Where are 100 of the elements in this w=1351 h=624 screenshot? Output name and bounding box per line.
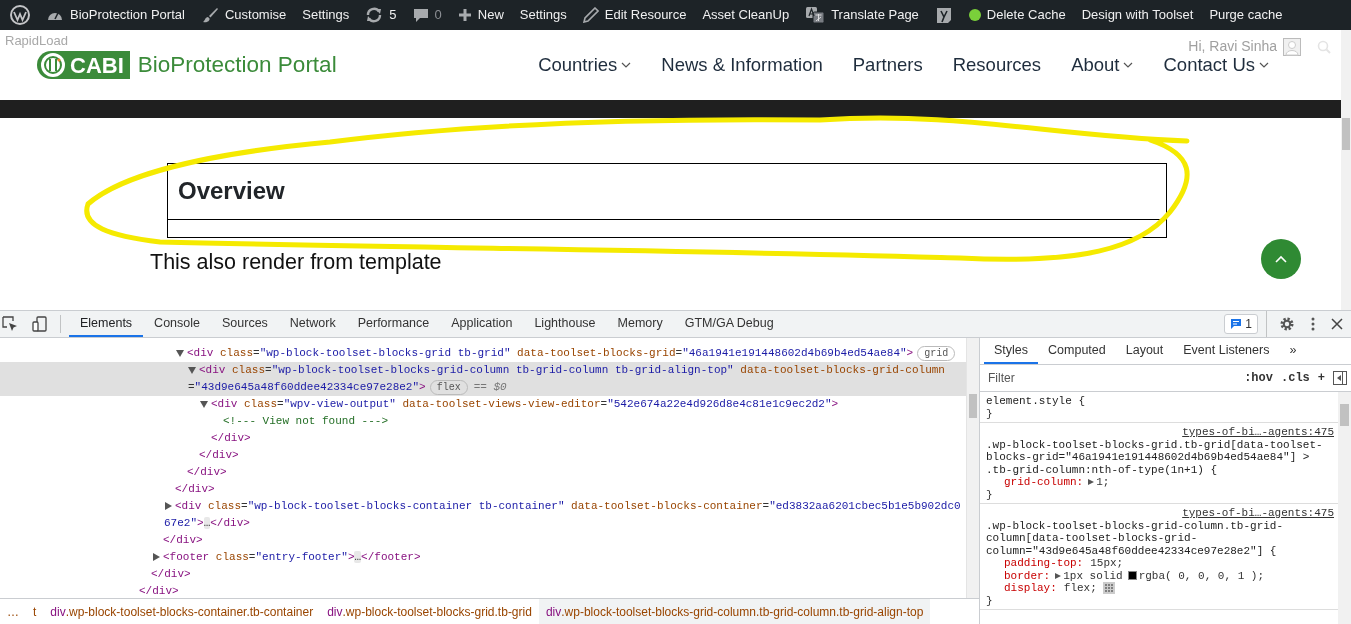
admin-bar-link[interactable]: Customise <box>192 0 295 30</box>
admin-bar-link[interactable]: Settings <box>294 0 358 30</box>
property-value: 15px; <box>1090 557 1124 570</box>
closing-tag[interactable]: </div> <box>0 583 966 598</box>
more-tabs-button[interactable]: » <box>1279 338 1307 364</box>
closing-tag[interactable]: </div> <box>0 566 966 583</box>
property-name: grid-column: <box>1004 476 1084 489</box>
devtools-tab[interactable]: GTM/GA Debug <box>673 311 785 337</box>
admin-bar-link[interactable]: Purge cache <box>1201 0 1291 30</box>
triangle-right-icon[interactable] <box>164 502 172 511</box>
nav-link[interactable]: News & Information <box>661 51 823 79</box>
devtools-tab[interactable]: Memory <box>606 311 674 337</box>
avatar-icon <box>1283 37 1301 56</box>
devtools-tab[interactable]: Console <box>143 311 211 337</box>
element-node[interactable]: <div class="wp-block-toolset-blocks-grid tb-grid" data-toolset-blocks-grid="46a1941e191448602d4b69b4ed54ae84"> grid <box>0 345 966 362</box>
scroll-top-button[interactable] <box>1261 239 1301 279</box>
breadcrumb-item[interactable]: div.wp-block-toolset-blocks-grid.tb-grid <box>320 599 539 624</box>
source-link[interactable]: types-of-bi…-agents:475 <box>1182 426 1334 439</box>
property-name: border: <box>1004 569 1051 582</box>
admin-bar-link[interactable]: Design with Toolset <box>1073 0 1202 30</box>
color-swatch[interactable] <box>1127 571 1137 581</box>
admin-bar-link[interactable]: Edit Resource <box>574 0 695 30</box>
scroll-left-button[interactable]: … <box>0 599 26 624</box>
device-icon[interactable] <box>32 316 48 332</box>
admin-bar-link[interactable]: Settings <box>511 0 575 30</box>
closing-brace: } <box>986 488 994 501</box>
nav-link[interactable]: Countries <box>538 51 632 79</box>
closing-tag[interactable]: </div> <box>0 532 966 549</box>
logo-mark: CABI <box>37 51 130 79</box>
inspect-icon[interactable] <box>2 316 18 332</box>
issues-button[interactable]: 1 <box>1224 314 1258 334</box>
breadcrumb-item[interactable]: t <box>26 599 44 624</box>
translate-icon <box>805 6 826 24</box>
sidebar-toggle-icon[interactable] <box>1333 371 1347 385</box>
admin-bar-link[interactable]: Translate Page <box>797 0 927 30</box>
chevron-up-icon <box>1275 255 1287 263</box>
closing-tag[interactable]: </div> <box>0 430 966 447</box>
css-selector: .wp-block-toolset-blocks-grid.tb-grid[data-toolset-blocks-grid="46a1941e191448602d4b69b4ed54ae84"] > .tb-grid-column:nth-of-type(1n+1) { <box>986 438 1324 476</box>
element-node[interactable]: <div class="wp-block-toolset-blocks-container tb-container" data-toolset-blocks-container="ed3832aa6201cbec5b1e5b902dc067e2">…</div> <box>0 498 966 532</box>
ellipsis-marker[interactable]: … <box>354 551 362 563</box>
circle-logo-icon[interactable] <box>10 5 30 25</box>
element-node[interactable]: <footer class="entry-footer">…</footer> <box>0 549 966 566</box>
circle-mark-icon <box>40 52 66 78</box>
triangle-down-icon[interactable] <box>188 366 196 374</box>
expand-triangle-icon[interactable] <box>1053 571 1063 580</box>
color-value: rgba( 0, 0, 0, 1 ); <box>1138 569 1265 582</box>
more-options-icon[interactable] <box>1311 317 1315 331</box>
flex-editor-icon[interactable] <box>1102 582 1115 595</box>
admin-bar-link[interactable]: BioProtection Portal <box>38 0 193 30</box>
ellipsis-marker[interactable]: … <box>203 517 211 529</box>
close-icon[interactable] <box>1331 318 1343 330</box>
nav-link[interactable]: About <box>1071 51 1134 79</box>
element-node[interactable]: <div class="wp-block-toolset-blocks-grid-column tb-grid-column tb-grid-align-top" data-toolset-blocks-grid-column="43d9e645a48f60ddee42334ce97e28e2"> flex == $0 <box>0 362 966 396</box>
styles-tab[interactable]: Layout <box>1115 338 1174 364</box>
nav-link[interactable]: Partners <box>852 51 923 79</box>
page-scrollbar[interactable] <box>1341 30 1351 310</box>
triangle-right-icon[interactable] <box>152 553 160 562</box>
styles-tab[interactable]: Event Listeners <box>1173 338 1280 364</box>
comment-node[interactable]: <!--- View not found ---> <box>0 413 966 430</box>
devtools-tab[interactable]: Application <box>440 311 524 337</box>
nav-link[interactable]: Resources <box>952 51 1042 79</box>
element-node[interactable]: <div class="wpv-view-output" data-toolset-views-view-editor="542e674a22e4d926d8e4c81e1c9ec2d2"> <box>0 396 966 413</box>
admin-bar-link[interactable]: 0 <box>404 0 450 30</box>
admin-bar-link[interactable]: Delete Cache <box>960 0 1074 30</box>
overlay-label: RapidLoad <box>5 32 68 50</box>
source-link[interactable]: types-of-bi…-agents:475 <box>1182 507 1334 520</box>
new-rule-button[interactable]: + <box>1317 369 1325 387</box>
shield-icon[interactable] <box>934 6 953 24</box>
styles-tab[interactable]: Computed <box>1038 338 1116 364</box>
closing-tag[interactable]: </div> <box>0 481 966 498</box>
devtools-tab[interactable]: Lighthouse <box>523 311 607 337</box>
pencil-icon <box>582 7 599 23</box>
admin-bar-link[interactable]: Asset CleanUp <box>694 0 798 30</box>
breadcrumb-item[interactable]: div.wp-block-toolset-blocks-grid-column.tb-grid-column.tb-grid-align-top <box>538 599 931 624</box>
scrollbar-thumb[interactable] <box>1342 118 1350 150</box>
overview-heading: Overview <box>168 164 1166 220</box>
styles-scrollbar[interactable] <box>1338 392 1351 624</box>
closing-brace: } <box>986 594 994 607</box>
closing-tag[interactable]: </div> <box>0 464 966 481</box>
devtools-tab[interactable]: Network <box>278 311 347 337</box>
admin-bar-link[interactable]: 5 <box>357 0 405 30</box>
devtools-tab[interactable]: Elements <box>69 311 144 337</box>
refresh-icon <box>365 6 384 24</box>
devtools-tab[interactable]: Sources <box>211 311 279 337</box>
triangle-down-icon[interactable] <box>176 349 184 357</box>
styles-tab[interactable]: Styles <box>984 338 1039 364</box>
devtools-tab[interactable]: Performance <box>346 311 441 337</box>
scrollbar-thumb[interactable] <box>969 394 977 418</box>
settings-icon[interactable] <box>1279 316 1295 332</box>
elements-scrollbar[interactable] <box>966 338 979 598</box>
closing-tag[interactable]: </div> <box>0 447 966 464</box>
property-value: 1px solid <box>1063 569 1123 582</box>
hover-state-button[interactable]: :hov <box>1244 369 1273 387</box>
triangle-down-icon[interactable] <box>200 400 208 408</box>
breadcrumb-item[interactable]: div.wp-block-toolset-blocks-container.tb-container <box>43 599 321 624</box>
expand-triangle-icon[interactable] <box>1086 478 1096 487</box>
class-button[interactable]: .cls <box>1281 369 1310 387</box>
scrollbar-thumb[interactable] <box>1340 404 1349 426</box>
property-name: padding-top: <box>1004 557 1084 570</box>
admin-bar-link[interactable]: New <box>449 0 512 30</box>
